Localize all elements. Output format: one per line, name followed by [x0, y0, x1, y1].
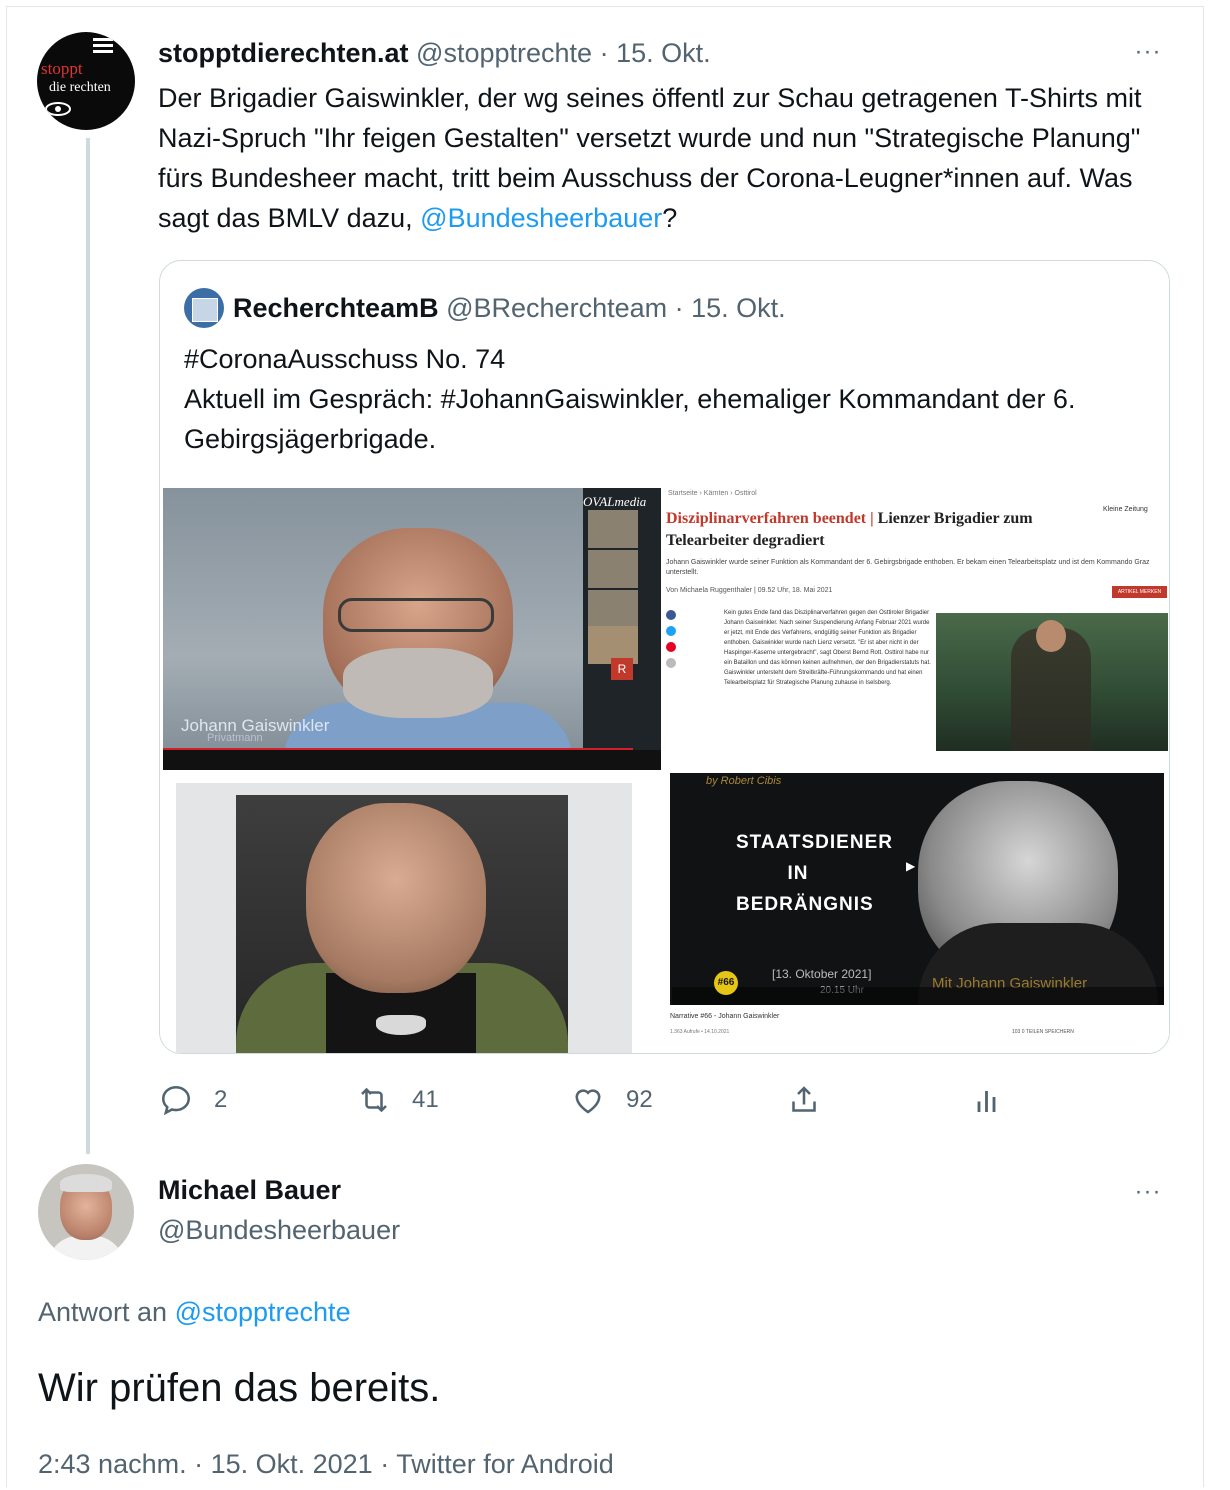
quoted-author-avatar[interactable] — [184, 288, 224, 328]
reply-author-name[interactable]: Michael Bauer — [158, 1172, 341, 1208]
eye-icon — [45, 102, 71, 116]
article-headline: Disziplinarverfahren beendet | Lienzer B… — [666, 510, 1033, 549]
play-icon: ▶ — [906, 859, 916, 873]
article-brand: Kleine Zeitung — [1103, 506, 1148, 513]
quoted-author-handle[interactable]: @BRecherchteam — [446, 293, 667, 323]
video-title: STAATSDIENER IN BEDRÄNGNIS — [736, 832, 893, 915]
quoted-tweet-header: RecherchteamB @BRecherchteam · 15. Okt. — [233, 291, 786, 325]
thread-connector-line — [86, 138, 90, 1154]
article-byline: Von Michaela Ruggenthaler | 09.52 Uhr, 1… — [666, 587, 833, 594]
quoted-line-2: Aktuell im Gespräch: #JohannGaiswinkler,… — [184, 384, 1076, 454]
video-screenshot-narrative: by Robert Cibis STAATSDIENER IN BEDRÄNGN… — [668, 773, 1169, 1053]
replying-to: Antwort an @stopptrechte — [38, 1294, 351, 1330]
participant-badge: R — [611, 658, 633, 680]
replying-to-label: Antwort an — [38, 1297, 175, 1327]
tweet-date[interactable]: 15. Okt. — [616, 38, 711, 68]
like-count: 92 — [626, 1086, 653, 1113]
separator-dot: · — [599, 38, 609, 68]
article-breadcrumb: Startseite › Kärnten › Osttirol — [668, 490, 757, 497]
replying-to-mention[interactable]: @stopptrechte — [175, 1297, 351, 1327]
reply-author-handle[interactable]: @Bundesheerbauer — [158, 1212, 400, 1248]
retweet-button[interactable]: 41 — [356, 1080, 439, 1120]
retweet-count: 41 — [412, 1086, 439, 1113]
quoted-tweet-date[interactable]: 15. Okt. — [691, 293, 786, 323]
reply-count: 2 — [214, 1086, 228, 1113]
like-button[interactable]: 92 — [570, 1080, 653, 1120]
separator-dot: · — [674, 293, 684, 323]
news-article-screenshot: Startseite › Kärnten › Osttirol Diszipli… — [666, 488, 1169, 770]
author-handle[interactable]: @stopptrechte — [416, 38, 592, 68]
tweet-header: stopptdierechten.at @stopptrechte · 15. … — [158, 36, 711, 70]
more-options-icon[interactable]: ··· — [1128, 40, 1168, 64]
retweet-icon — [361, 1087, 387, 1113]
quoted-author-name[interactable]: RecherchteamB — [233, 293, 439, 323]
video-date: [13. Oktober 2021] — [772, 967, 872, 981]
analytics-button[interactable] — [970, 1080, 1006, 1120]
reply-more-options-icon[interactable]: ··· — [1128, 1180, 1168, 1204]
reply-author-avatar[interactable] — [38, 1164, 134, 1260]
article-lead: Johann Gaiswinkler wurde seiner Funktion… — [666, 559, 1150, 576]
avatar-text-stoppt: stoppt — [41, 59, 83, 78]
logo-bars-icon — [93, 38, 113, 53]
mention-link[interactable]: @Bundesheerbauer — [420, 203, 662, 233]
author-name[interactable]: stopptdierechten.at — [158, 38, 409, 68]
analytics-icon — [977, 1091, 996, 1112]
video-screenshot-interview: OVALmedia R Johann Gaiswinkler Privatman… — [163, 488, 661, 770]
video-views: 1.363 Aufrufe • 14.10.2021 — [670, 1029, 730, 1035]
author-avatar[interactable]: stoppt die rechten — [37, 32, 135, 130]
article-body: Kein gutes Ende fand das Disziplinarverf… — [724, 610, 931, 686]
tweet-text: Der Brigadier Gaiswinkler, der wg seines… — [158, 78, 1168, 238]
episode-badge: #66 — [714, 971, 738, 995]
video-actions: 103 0 TEILEN SPEICHERN — [1012, 1029, 1074, 1035]
share-icons — [666, 610, 692, 674]
reply-button[interactable]: 2 — [158, 1080, 227, 1120]
quoted-tweet-text: #CoronaAusschuss No. 74 Aktuell im Gespr… — [184, 339, 1154, 459]
tweet-text-end: ? — [662, 203, 678, 233]
reply-timestamp-source[interactable]: 2:43 nachm. · 15. Okt. 2021 · Twitter fo… — [38, 1446, 614, 1482]
share-icon — [792, 1086, 816, 1112]
media-collage[interactable]: OVALmedia R Johann Gaiswinkler Privatman… — [160, 483, 1169, 1053]
quoted-line-1: #CoronaAusschuss No. 74 — [184, 344, 506, 374]
ovalmedia-logo: OVALmedia — [583, 494, 647, 509]
video-controls — [163, 750, 661, 770]
reply-text: Wir prüfen das bereits. — [38, 1366, 441, 1410]
article-save-button: ARTIKEL MERKEN — [1112, 586, 1167, 598]
portrait-photo — [176, 783, 632, 1053]
avatar-text-die-rechten: die rechten — [49, 80, 111, 95]
share-button[interactable] — [786, 1080, 822, 1120]
video-caption: Narrative #66 - Johann Gaiswinkler — [670, 1013, 780, 1020]
heart-icon — [575, 1089, 601, 1114]
lower-third-sub1: Privatmann — [207, 732, 263, 744]
video-controls — [672, 987, 1164, 1005]
video-by-line: by Robert Cibis — [706, 775, 782, 787]
reply-icon — [161, 1085, 191, 1116]
quoted-tweet[interactable]: RecherchteamB @BRecherchteam · 15. Okt. … — [159, 260, 1170, 1054]
